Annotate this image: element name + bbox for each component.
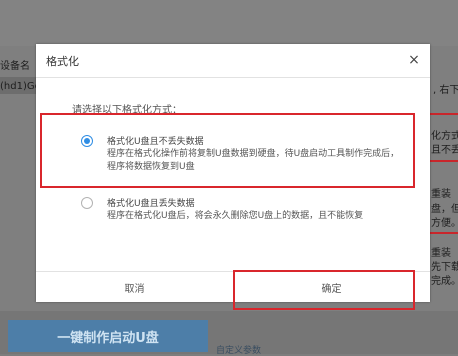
device-label: 设备名 [0,61,30,72]
bg-right-text-7: 重装 [431,248,451,259]
close-icon[interactable]: × [404,50,424,70]
highlight-confirm-button [233,270,415,310]
option-lose-data-title: 格式化U盘且丢失数据 [107,199,195,209]
bg-right-text-3: 且不丢 [431,145,458,156]
highlight-keep-data-option [40,113,415,188]
device-value: (hd1)Ge [0,81,41,92]
dialog-title: 格式化 [46,55,79,68]
bg-right-text-4: 重装 [431,189,451,200]
bg-right-text-6: 方便。 [431,218,458,229]
bg-right-text-1: , 右下 [433,85,458,96]
cancel-button[interactable]: 取消 [36,272,233,303]
dialog-header: 格式化 × [36,44,430,78]
custom-params-link[interactable]: 自定义参数 [216,343,261,356]
radio-lose-data[interactable] [81,197,93,209]
bg-right-text-8: 先下载 [431,262,458,273]
bg-right-text-9: 完成。 [431,276,458,287]
option-lose-data-desc: 程序在格式化U盘后，将会永久删除您U盘上的数据，且不能恢复 [107,211,364,221]
bg-right-text-5: 盘，但 [431,204,458,215]
bg-right-text-2: 化方式 [431,131,458,142]
background-header [0,0,458,46]
option-lose-data[interactable]: 格式化U盘且丢失数据 程序在格式化U盘后，将会永久删除您U盘上的数据，且不能恢复 [81,194,411,242]
one-click-make-boot-usb-button[interactable]: 一键制作启动U盘 [8,320,208,352]
